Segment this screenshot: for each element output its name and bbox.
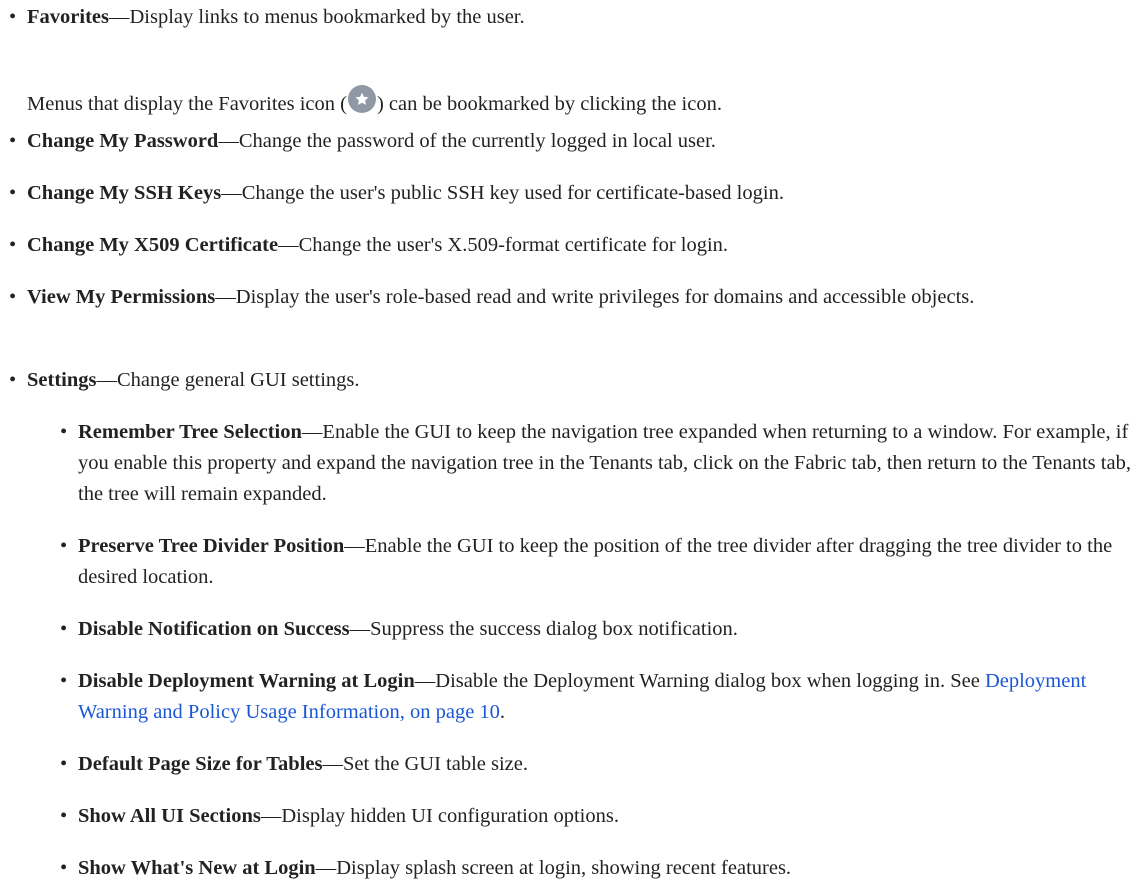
bullet: • xyxy=(60,421,68,443)
favorites-note-before: Menus that display the Favorites icon ( xyxy=(27,92,347,115)
settings-item-disable-notification: • Disable Notification on Success—Suppre… xyxy=(60,614,1140,645)
bullet: • xyxy=(60,857,68,879)
desc-change-ssh-keys: —Change the user's public SSH key used f… xyxy=(221,182,784,204)
desc-settings: —Change general GUI settings. xyxy=(96,369,360,391)
settings-item-remember-tree-selection: • Remember Tree Selection—Enable the GUI… xyxy=(60,417,1140,510)
list-item-change-ssh-keys: • Change My SSH Keys—Change the user's p… xyxy=(9,178,1141,209)
bullet: • xyxy=(9,182,17,204)
desc-change-x509-certificate: —Change the user's X.509-format certific… xyxy=(278,234,729,256)
term-disable-deployment-warning: Disable Deployment Warning at Login xyxy=(78,670,415,692)
bullet: • xyxy=(60,805,68,827)
term-favorites: Favorites xyxy=(27,6,109,28)
settings-item-preserve-tree-divider: • Preserve Tree Divider Position—Enable … xyxy=(60,531,1140,593)
desc-favorites: —Display links to menus bookmarked by th… xyxy=(108,6,525,28)
bullet: • xyxy=(60,618,68,640)
desc-show-all-ui-sections: —Display hidden UI configuration options… xyxy=(260,805,619,827)
term-default-page-size: Default Page Size for Tables xyxy=(78,753,323,775)
term-change-x509-certificate: Change My X509 Certificate xyxy=(27,234,279,256)
term-show-whats-new: Show What's New at Login xyxy=(78,857,316,879)
bullet: • xyxy=(60,753,68,775)
bullet: • xyxy=(9,6,17,28)
desc-disable-deployment-warning-end: . xyxy=(499,701,506,723)
term-remember-tree-selection: Remember Tree Selection xyxy=(78,421,302,443)
term-disable-notification: Disable Notification on Success xyxy=(78,618,350,640)
bullet: • xyxy=(9,369,17,391)
settings-item-default-page-size: • Default Page Size for Tables—Set the G… xyxy=(60,749,1140,780)
desc-view-permissions: —Display the user's role-based read and … xyxy=(215,286,975,308)
desc-default-page-size: —Set the GUI table size. xyxy=(322,753,528,775)
bullet: • xyxy=(60,535,68,557)
term-change-ssh-keys: Change My SSH Keys xyxy=(27,182,222,204)
star-icon xyxy=(347,84,376,113)
settings-item-show-whats-new: • Show What's New at Login—Display splas… xyxy=(60,853,1140,884)
bullet: • xyxy=(9,130,17,152)
term-view-permissions: View My Permissions xyxy=(27,286,216,308)
settings-item-disable-deployment-warning: • Disable Deployment Warning at Login—Di… xyxy=(60,666,1140,728)
list-item-settings: • Settings—Change general GUI settings. xyxy=(9,365,1141,396)
list-item-change-password: • Change My Password—Change the password… xyxy=(9,126,1141,157)
desc-show-whats-new: —Display splash screen at login, showing… xyxy=(315,857,792,879)
bullet: • xyxy=(9,286,17,308)
desc-disable-deployment-warning: —Disable the Deployment Warning dialog b… xyxy=(414,670,985,692)
bullet: • xyxy=(60,670,68,692)
list-item-favorites: • Favorites—Display links to menus bookm… xyxy=(9,2,1141,33)
desc-change-password: —Change the password of the currently lo… xyxy=(218,130,716,152)
favorites-note: Menus that display the Favorites icon ()… xyxy=(27,84,1127,120)
list-item-change-x509-certificate: • Change My X509 Certificate—Change the … xyxy=(9,230,1141,261)
settings-item-show-all-ui-sections: • Show All UI Sections—Display hidden UI… xyxy=(60,801,1140,832)
term-preserve-tree-divider: Preserve Tree Divider Position xyxy=(78,535,345,557)
term-change-password: Change My Password xyxy=(27,130,219,152)
favorites-note-after: ) can be bookmarked by clicking the icon… xyxy=(376,92,722,115)
term-show-all-ui-sections: Show All UI Sections xyxy=(78,805,261,827)
bullet: • xyxy=(9,234,17,256)
desc-disable-notification: —Suppress the success dialog box notific… xyxy=(349,618,738,640)
list-item-view-permissions: • View My Permissions—Display the user's… xyxy=(9,282,1141,313)
term-settings: Settings xyxy=(27,369,97,391)
